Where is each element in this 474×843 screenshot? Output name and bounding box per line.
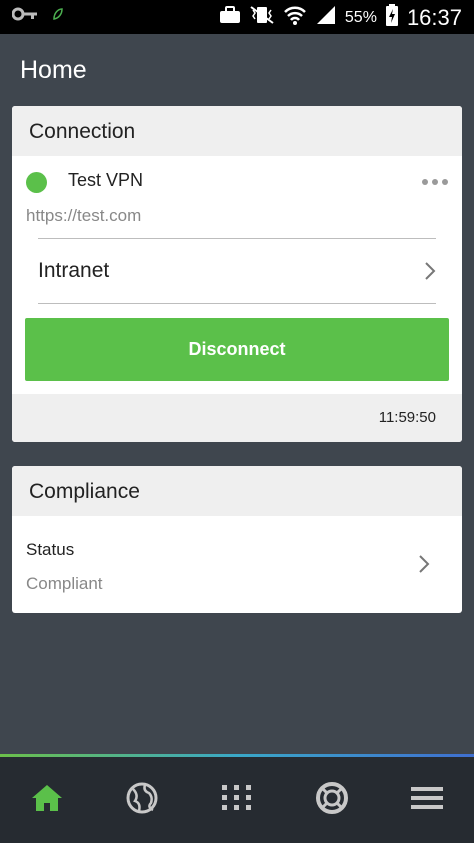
network-label: Intranet — [38, 259, 110, 282]
more-options-icon[interactable] — [422, 172, 448, 192]
connection-footer: 11:59:50 — [12, 394, 462, 442]
apps-grid-icon — [220, 783, 254, 818]
menu-icon — [410, 785, 444, 816]
home-icon — [30, 783, 64, 818]
key-icon — [11, 7, 38, 26]
connection-duration: 11:59:50 — [378, 409, 436, 426]
chevron-right-icon — [424, 261, 436, 286]
status-bar: 55% 16:37 — [0, 0, 474, 34]
wifi-icon — [283, 4, 307, 31]
connection-status — [26, 172, 47, 193]
compliance-status-label: Status — [26, 540, 75, 559]
battery-percent: 55% — [344, 8, 377, 26]
connection-card-title: Connection — [12, 106, 462, 156]
nav-globe[interactable] — [95, 757, 190, 843]
nav-menu[interactable] — [379, 757, 474, 843]
leaf-icon — [52, 7, 64, 26]
disconnect-button[interactable]: Disconnect — [25, 318, 449, 381]
battery-charging-icon — [385, 3, 399, 32]
compliance-card: Compliance Status Compliant — [12, 466, 462, 613]
connection-url: https://test.com — [26, 206, 142, 225]
signal-icon — [315, 5, 337, 30]
briefcase-icon — [219, 6, 241, 29]
vibrate-mute-icon — [249, 5, 275, 30]
nav-home[interactable] — [0, 757, 95, 843]
chevron-right-icon — [418, 554, 430, 579]
network-selector[interactable]: Intranet — [38, 239, 436, 303]
compliance-status-row[interactable]: Status Compliant — [12, 516, 462, 613]
bottom-nav — [0, 757, 474, 843]
page-title: Home — [20, 56, 87, 84]
compliance-status-value: Compliant — [26, 574, 103, 593]
support-lifebuoy-icon — [315, 781, 349, 820]
divider — [38, 303, 436, 304]
nav-support[interactable] — [284, 757, 379, 843]
status-dot-icon — [26, 172, 47, 193]
connection-name: Test VPN — [68, 170, 144, 190]
nav-apps[interactable] — [190, 757, 285, 843]
compliance-card-title: Compliance — [12, 466, 462, 516]
connection-card: Connection Test VPN https://test.com Int… — [12, 106, 462, 442]
app-bar: Home — [0, 34, 474, 106]
globe-icon — [125, 781, 159, 820]
status-time: 16:37 — [406, 4, 462, 30]
